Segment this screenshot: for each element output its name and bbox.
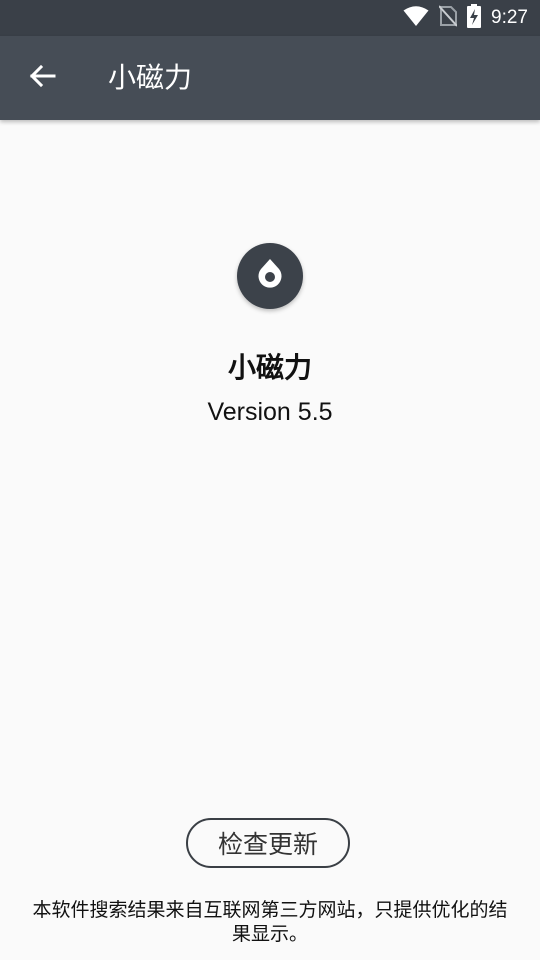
wifi-icon [403, 5, 429, 31]
toolbar: 小磁力 [0, 36, 540, 120]
no-sim-icon [438, 5, 458, 31]
app-version: Version 5.5 [207, 398, 333, 426]
back-button[interactable] [18, 54, 66, 102]
magnet-drop-icon [256, 258, 284, 294]
battery-charging-icon [467, 4, 482, 32]
disclaimer-text: 本软件搜索结果来自互联网第三方网站，只提供优化的结果显示。 [32, 899, 508, 945]
app-icon [237, 243, 303, 309]
app-name: 小磁力 [227, 351, 312, 384]
toolbar-title: 小磁力 [108, 61, 193, 94]
check-update-button[interactable]: 检查更新 [186, 818, 350, 868]
status-icons: 9:27 [403, 0, 528, 36]
arrow-back-icon [28, 62, 56, 94]
status-time: 9:27 [491, 7, 528, 28]
status-bar: 9:27 [0, 0, 540, 36]
